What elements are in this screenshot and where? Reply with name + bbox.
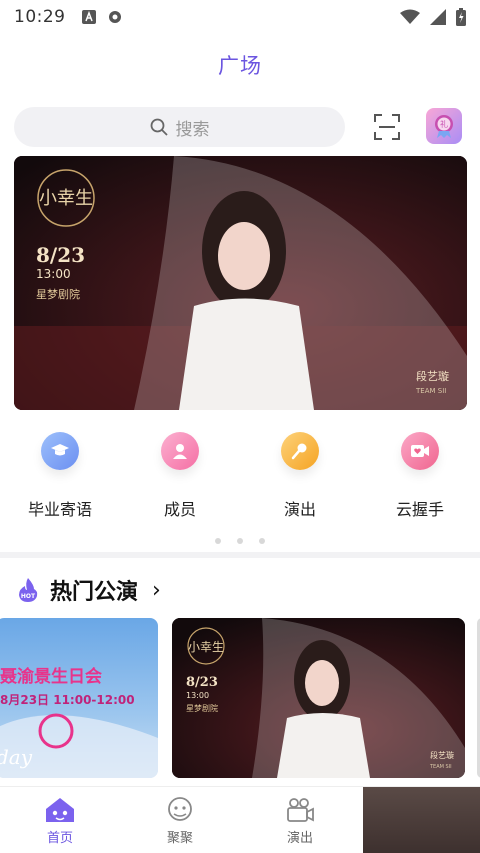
svg-text:段艺璇: 段艺璇	[430, 750, 454, 760]
banner-logo: 小幸生	[39, 188, 93, 209]
member-icon	[161, 432, 199, 470]
svg-text:HOT: HOT	[21, 593, 36, 600]
banner-signature: 段艺璇	[416, 369, 449, 383]
svg-text:day: day	[0, 745, 33, 769]
quick-nav-shows[interactable]: 演出	[240, 432, 360, 520]
battery-icon	[456, 8, 466, 26]
banner-time: 13:00	[36, 267, 71, 281]
quick-nav-label: 云握手	[395, 500, 444, 519]
graduation-cap-icon	[41, 432, 79, 470]
chat-bubble-icon	[168, 797, 192, 821]
quick-nav-label: 演出	[283, 500, 316, 519]
svg-text:13:00: 13:00	[186, 691, 209, 700]
tab-shows[interactable]: 演出	[240, 797, 360, 846]
svg-text:礼: 礼	[440, 119, 448, 129]
status-time: 10:29	[14, 7, 66, 27]
hot-flame-icon: HOT	[19, 578, 38, 602]
notification-a-icon	[81, 10, 96, 24]
section-title: 热门公演	[50, 580, 139, 605]
video-camera-icon	[287, 798, 314, 822]
banner-date: 8/23	[36, 243, 85, 267]
svg-text:小幸生: 小幸生	[188, 640, 224, 654]
quick-nav-label: 成员	[163, 500, 196, 519]
show-card[interactable]: 聂渝景生日会 8月23日 11:00-12:00 day	[0, 618, 158, 778]
bottom-tab-bar: 首页 聚聚 演出	[0, 786, 480, 853]
svg-text:星梦剧院: 星梦剧院	[186, 703, 218, 713]
home-mascot-icon	[46, 798, 74, 822]
show-card-title: 聂渝景生日会	[0, 666, 102, 687]
tab-home[interactable]: 首页	[0, 797, 120, 846]
tab-label: 演出	[286, 831, 313, 846]
search-input[interactable]: 搜索	[14, 107, 345, 147]
banner-venue: 星梦剧院	[36, 287, 80, 301]
section-divider	[0, 552, 480, 558]
page-indicator	[0, 538, 480, 544]
scan-button[interactable]	[370, 110, 404, 144]
search-icon	[150, 118, 168, 136]
scan-icon	[374, 114, 400, 140]
gift-button[interactable]: 礼	[426, 108, 462, 144]
show-card-subtitle: 8月23日 11:00-12:00	[0, 693, 135, 707]
page-title: 广场	[218, 54, 262, 78]
show-card-artwork: 小幸生 8/23 13:00 星梦剧院 段艺璇 TEAM SII	[172, 618, 465, 778]
svg-text:TEAM SII: TEAM SII	[429, 764, 452, 770]
page-dot	[237, 538, 243, 544]
gift-badge-icon: 礼	[435, 115, 453, 138]
page-dot	[215, 538, 221, 544]
show-card-artwork: 聂渝景生日会 8月23日 11:00-12:00 day	[0, 666, 158, 778]
page-dot	[259, 538, 265, 544]
notification-circle-icon	[108, 11, 121, 23]
quick-nav: 毕业寄语 成员 演出 云握手	[0, 432, 480, 522]
tab-label: 首页	[46, 831, 73, 846]
wifi-icon	[400, 9, 420, 24]
quick-nav-graduation[interactable]: 毕业寄语	[0, 432, 120, 520]
svg-text:8/23: 8/23	[186, 675, 218, 690]
show-card[interactable]: 小幸生 8/23 13:00 星梦剧院 段艺璇 TEAM SII	[172, 618, 465, 778]
banner-artwork: 小幸生 8/23 13:00 星梦剧院 段艺璇 TEAM SII	[14, 156, 467, 410]
tab-gather[interactable]: 聚聚	[120, 797, 240, 846]
banner-carousel[interactable]: 小幸生 8/23 13:00 星梦剧院 段艺璇 TEAM SII	[14, 156, 467, 410]
microphone-icon	[281, 432, 319, 470]
chevron-right-icon: ›	[152, 577, 161, 603]
quick-nav-members[interactable]: 成员	[120, 432, 240, 520]
video-heart-icon	[401, 432, 439, 470]
status-bar: 10:29	[0, 0, 480, 34]
tab-label: 聚聚	[166, 831, 193, 846]
search-placeholder: 搜索	[175, 119, 210, 140]
banner-team: TEAM SII	[415, 387, 446, 395]
quick-nav-handshake[interactable]: 云握手	[360, 432, 480, 520]
tab-overlay-image	[363, 787, 480, 853]
signal-icon	[430, 9, 446, 25]
quick-nav-label: 毕业寄语	[27, 500, 92, 519]
hot-shows-header[interactable]: HOT 热门公演 ›	[16, 572, 161, 608]
